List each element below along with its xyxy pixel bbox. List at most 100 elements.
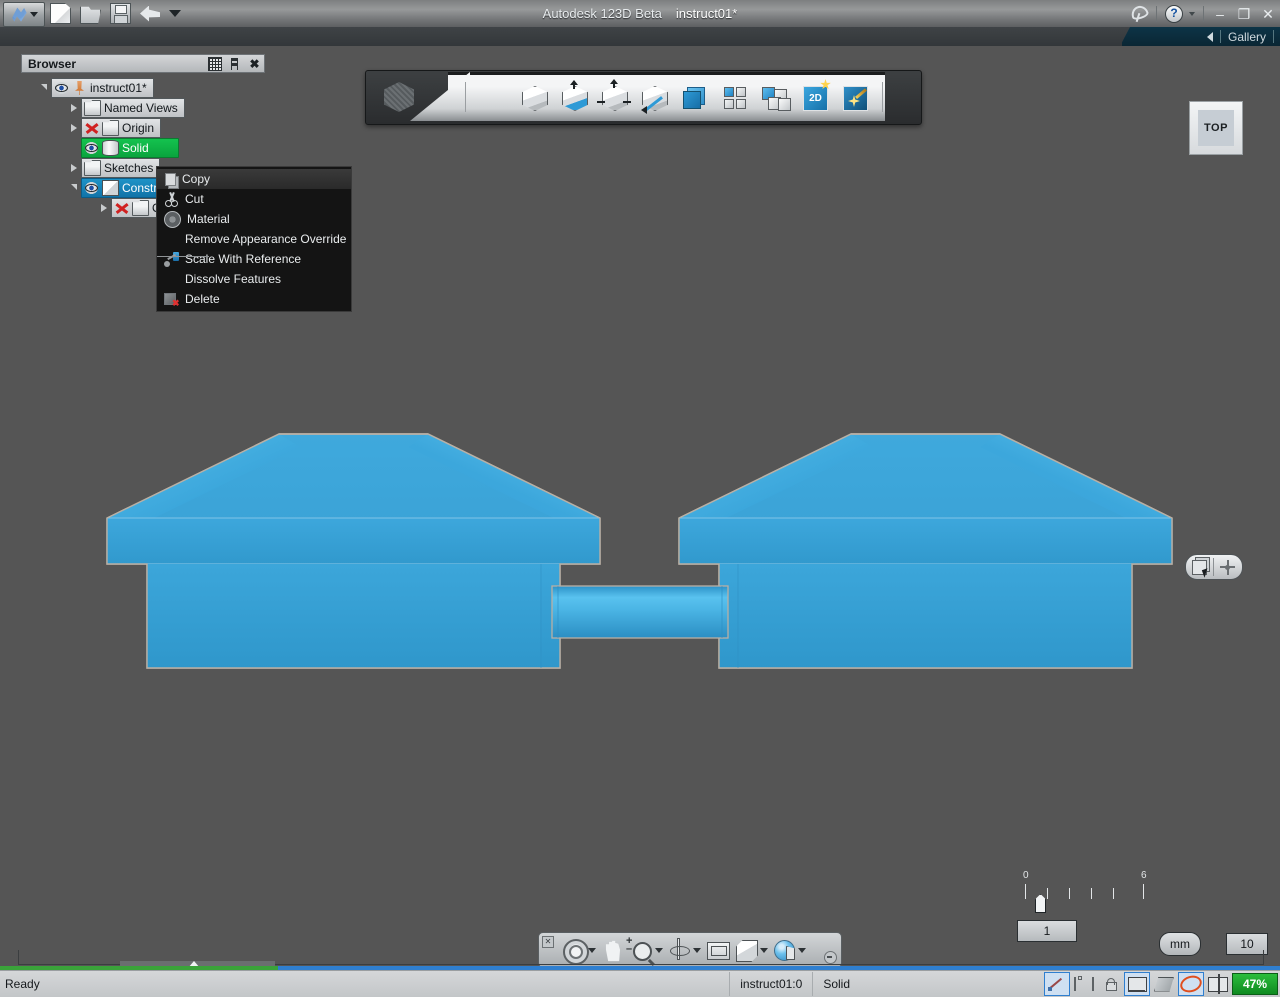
orbit-toggle[interactable] — [1178, 972, 1204, 996]
toolbar-wedge — [410, 72, 470, 121]
browser-close-button[interactable]: ✖ — [246, 55, 263, 72]
window-title: Autodesk 123D Beta instruct01* — [0, 0, 1280, 27]
grouping-tool[interactable] — [719, 82, 749, 112]
plane-toggle[interactable] — [1152, 973, 1176, 995]
context-menu-item-scale-with-reference[interactable]: Scale With Reference — [157, 249, 351, 269]
move-gizmo-button[interactable] — [1214, 555, 1241, 579]
browser-header-buttons: ✖ — [206, 55, 263, 72]
tree-row-named-views[interactable]: Named Views — [21, 98, 265, 118]
cursor-icon — [1201, 568, 1211, 578]
expander-closed-icon[interactable] — [67, 121, 81, 135]
cut-icon — [164, 192, 179, 207]
ruler-tick-label: 0 — [1023, 870, 1029, 881]
scale-ruler: 0 6 1 mm 10 — [1015, 866, 1268, 956]
signin-icon[interactable] — [1130, 6, 1148, 22]
expander-open-icon[interactable] — [37, 81, 51, 95]
ruler-slider-handle[interactable] — [1035, 894, 1046, 913]
expander-closed-icon[interactable] — [67, 161, 81, 175]
collapse-gallery-icon[interactable] — [1206, 31, 1213, 42]
pattern-tool[interactable] — [639, 82, 669, 114]
browser-dock-button[interactable] — [226, 55, 243, 72]
copy-select-button[interactable] — [1186, 555, 1213, 579]
modify-tool[interactable] — [597, 79, 631, 112]
minimize-button[interactable]: – — [1212, 6, 1228, 22]
snap-toggle[interactable] — [1044, 972, 1070, 996]
tree-row-instruct01[interactable]: instruct01* — [21, 78, 265, 98]
tree-node[interactable]: Named Views — [81, 98, 185, 118]
context-menu-item-material[interactable]: Material — [157, 209, 351, 229]
gallery-bar: Gallery — [0, 27, 1280, 47]
eye-icon[interactable] — [54, 81, 69, 95]
divider — [882, 82, 883, 112]
tree-row-solid[interactable]: Solid — [21, 138, 265, 158]
divider — [1203, 6, 1204, 22]
lock-toggle[interactable] — [1098, 973, 1122, 995]
browser-panel: Browser ✖ instruct01* Named Views Origin… — [21, 54, 352, 954]
dock-icon — [231, 57, 238, 70]
divider — [465, 82, 466, 112]
eye-icon[interactable] — [84, 181, 99, 195]
tree-node[interactable]: instruct01* — [51, 78, 154, 98]
expander-closed-icon[interactable] — [97, 201, 111, 215]
move-icon — [1220, 559, 1235, 575]
smart-tool[interactable] — [839, 82, 869, 112]
primitives-tool[interactable] — [519, 82, 549, 112]
expander-open-icon[interactable] — [67, 181, 81, 195]
close-button[interactable]: ✕ — [1260, 6, 1276, 23]
eye-icon[interactable] — [84, 141, 99, 155]
cylinder-icon — [102, 140, 119, 156]
view-cube[interactable]: TOP — [1189, 101, 1243, 155]
2d-label: 2D — [803, 86, 828, 111]
expander-closed-icon[interactable] — [67, 101, 81, 115]
cube-menu-icon[interactable] — [384, 82, 414, 112]
context-menu-item-label: Material — [187, 212, 230, 226]
context-menu-item-delete[interactable]: ✖ Delete — [157, 289, 351, 309]
navbar-close-button[interactable]: ✕ — [542, 936, 554, 948]
restore-button[interactable]: ❐ — [1236, 6, 1252, 23]
context-menu-item-remove-appearance-override[interactable]: Remove Appearance Override — [157, 229, 351, 249]
status-toggles: 47% — [1044, 972, 1278, 996]
context-menu[interactable]: Copy Cut Material Remove Appearance Over… — [156, 166, 352, 312]
chevron-down-icon[interactable] — [1189, 12, 1195, 16]
help-icon[interactable]: ? — [1165, 5, 1183, 23]
gallery-label[interactable]: Gallery — [1228, 30, 1266, 44]
context-menu-item-label: Cut — [185, 192, 204, 206]
scale-value-field[interactable]: 1 — [1017, 920, 1077, 942]
window-controls: ? – ❐ ✕ — [1130, 3, 1276, 25]
grid-toggle[interactable] — [1124, 972, 1150, 996]
ruler-tick — [1113, 888, 1114, 899]
grid-icon — [207, 56, 222, 71]
layout-toggle[interactable] — [1206, 973, 1230, 995]
construct-tool[interactable] — [559, 80, 589, 112]
combine-tool[interactable] — [679, 82, 709, 112]
tree-node[interactable]: Origin — [81, 118, 162, 138]
browser-grid-button[interactable] — [206, 55, 223, 72]
context-menu-item-label: Remove Appearance Override — [185, 232, 347, 246]
tree-node-label: Solid — [122, 141, 149, 155]
tree-row-origin[interactable]: Origin — [21, 118, 265, 138]
divider — [1156, 6, 1157, 22]
assembly-tool[interactable] — [759, 82, 791, 112]
tree-node-label: Origin — [122, 121, 155, 135]
hidden-x-icon — [114, 201, 129, 215]
tree-node[interactable]: Sketches — [81, 158, 161, 178]
viewport[interactable]: Browser ✖ instruct01* Named Views Origin… — [0, 46, 1280, 970]
ruler-tick — [1047, 888, 1048, 899]
2d-drawing-tool[interactable]: 2D — [799, 79, 831, 112]
measure-toggle[interactable] — [1072, 973, 1096, 995]
view-cube-face-label[interactable]: TOP — [1198, 110, 1234, 146]
app-title: Autodesk 123D Beta — [542, 6, 662, 21]
context-menu-item-copy[interactable]: Copy — [157, 169, 351, 189]
delete-icon: ✖ — [164, 292, 180, 307]
model-center-cylinder — [551, 585, 729, 639]
tree-node-label: Sketches — [104, 161, 154, 175]
tree-node-selected[interactable]: Solid — [81, 138, 179, 158]
context-menu-item-cut[interactable]: Cut — [157, 189, 351, 209]
sketch-pencil-tool[interactable] — [479, 82, 509, 112]
ruler-tick — [1025, 884, 1026, 899]
zoom-percent-indicator[interactable]: 47% — [1232, 973, 1278, 995]
gallery-controls: Gallery — [1206, 27, 1274, 46]
ruler-tick — [1143, 884, 1144, 899]
folder-icon — [84, 160, 101, 176]
context-menu-item-dissolve-features[interactable]: Dissolve Features — [157, 269, 351, 289]
